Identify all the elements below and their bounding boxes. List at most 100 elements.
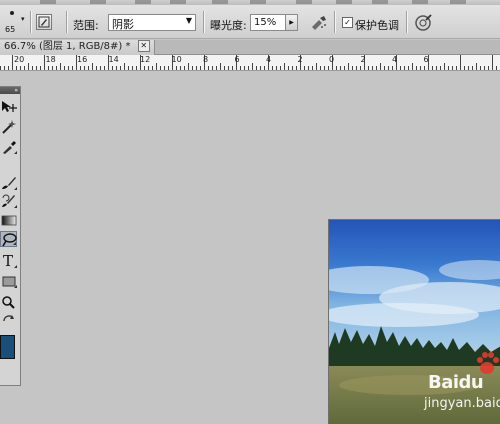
ruler-tick bbox=[496, 66, 497, 70]
ruler-tick bbox=[316, 63, 317, 70]
rotate-icon bbox=[3, 315, 14, 322]
ruler-tick bbox=[352, 66, 353, 70]
toggle-brush-panel-button[interactable] bbox=[36, 14, 52, 30]
menu-item[interactable] bbox=[135, 0, 151, 4]
ruler-tick bbox=[240, 66, 241, 70]
ruler-label: 10 bbox=[171, 55, 182, 64]
ruler-tick bbox=[264, 66, 265, 70]
ruler-tick bbox=[168, 66, 169, 70]
foreground-color-swatch[interactable] bbox=[0, 335, 15, 359]
rotate-tool[interactable] bbox=[0, 313, 17, 329]
ruler-tick bbox=[424, 66, 425, 70]
exposure-slider-toggle[interactable]: ▶ bbox=[285, 15, 297, 30]
menu-item[interactable] bbox=[372, 0, 388, 4]
ruler-tick bbox=[276, 66, 277, 70]
ruler-tick bbox=[336, 66, 337, 70]
ruler-tick bbox=[188, 63, 189, 70]
close-icon[interactable]: ✕ bbox=[137, 40, 150, 52]
zoom-tool[interactable] bbox=[0, 294, 17, 310]
ruler-tick bbox=[472, 66, 473, 70]
dodge-tool[interactable] bbox=[0, 231, 17, 247]
ruler-label: 4 bbox=[392, 55, 398, 64]
gradient-tool[interactable] bbox=[0, 212, 17, 228]
ruler-tick bbox=[80, 66, 81, 70]
menu-item[interactable] bbox=[296, 0, 312, 4]
ruler-tick bbox=[60, 63, 61, 70]
ruler-label: 6 bbox=[234, 55, 240, 64]
ruler-tick bbox=[340, 66, 341, 70]
ruler-tick bbox=[0, 66, 1, 70]
ruler-tick bbox=[72, 66, 73, 70]
ruler-tick bbox=[212, 66, 213, 70]
ruler-tick bbox=[432, 66, 433, 70]
ruler-tick bbox=[196, 66, 197, 70]
ruler-label: 18 bbox=[45, 55, 56, 64]
menu-item[interactable] bbox=[412, 0, 428, 4]
ruler-tick bbox=[328, 66, 329, 70]
document-tab[interactable]: 66.7% (图层 1, RGB/8#) * ✕ bbox=[0, 40, 155, 55]
ruler-tick bbox=[436, 66, 437, 70]
ruler-tick bbox=[148, 66, 149, 70]
exposure-value: 15% bbox=[254, 17, 277, 28]
ruler-label: 2 bbox=[360, 55, 366, 64]
watermark-logo: Baidu bbox=[428, 372, 484, 393]
ruler-tick bbox=[464, 66, 465, 70]
ruler-tick bbox=[312, 66, 313, 70]
ruler-tick bbox=[164, 66, 165, 70]
brush-preset-picker[interactable]: 65 ▾ bbox=[3, 9, 25, 37]
ruler-tick bbox=[96, 66, 97, 70]
ruler-tick bbox=[88, 66, 89, 70]
shape-tool[interactable] bbox=[0, 273, 17, 289]
menu-item[interactable] bbox=[450, 0, 466, 4]
ruler-tick bbox=[92, 63, 93, 70]
ruler-tick bbox=[124, 63, 125, 70]
protect-tones-checkbox[interactable]: ✓ bbox=[342, 17, 353, 28]
ruler-tick bbox=[296, 66, 297, 70]
ruler-tick bbox=[324, 66, 325, 70]
type-tool[interactable]: T bbox=[0, 252, 17, 270]
ruler-tick bbox=[228, 66, 229, 70]
ruler-tick bbox=[284, 63, 285, 70]
airbrush-icon[interactable] bbox=[310, 15, 328, 31]
ruler-tick bbox=[360, 66, 361, 70]
range-select[interactable]: 阴影 ▼ bbox=[108, 14, 196, 31]
ruler-tick bbox=[32, 66, 33, 70]
range-select-value: 阴影 bbox=[112, 18, 134, 31]
exposure-input[interactable]: 15% ▶ bbox=[250, 14, 298, 31]
document-tab-bar: 66.7% (图层 1, RGB/8#) * ✕ bbox=[0, 40, 500, 55]
ruler-tick bbox=[20, 66, 21, 70]
ruler-tick bbox=[16, 66, 17, 70]
ruler-tick bbox=[376, 66, 377, 70]
ruler-tick bbox=[288, 66, 289, 70]
ruler-tick bbox=[408, 66, 409, 70]
magic-wand-icon bbox=[2, 120, 16, 134]
ruler-tick bbox=[156, 63, 157, 70]
ruler-tick bbox=[272, 66, 273, 70]
canvas-image[interactable] bbox=[328, 219, 500, 424]
magic-wand-tool[interactable] bbox=[0, 119, 17, 135]
eyedropper-tool[interactable] bbox=[0, 139, 17, 155]
menu-item[interactable] bbox=[40, 0, 56, 4]
menu-item[interactable] bbox=[212, 0, 228, 4]
menu-item[interactable] bbox=[336, 0, 352, 4]
ruler-tick bbox=[292, 66, 293, 70]
tablet-pressure-icon[interactable] bbox=[414, 14, 432, 32]
brush-tool[interactable] bbox=[0, 175, 17, 191]
tools-panel-collapse[interactable]: » bbox=[0, 87, 20, 94]
ruler-tick bbox=[392, 66, 393, 70]
zoom-icon bbox=[2, 296, 15, 309]
ruler-tick bbox=[180, 66, 181, 70]
ruler-label: 6 bbox=[423, 55, 429, 64]
ruler-label: 20 bbox=[14, 55, 25, 64]
divider bbox=[66, 11, 68, 33]
divider bbox=[406, 11, 408, 33]
history-brush-tool[interactable] bbox=[0, 193, 17, 209]
menu-item[interactable] bbox=[170, 0, 186, 4]
move-tool[interactable] bbox=[0, 99, 17, 115]
ruler-tick bbox=[460, 55, 461, 70]
menu-item[interactable] bbox=[90, 0, 106, 4]
menu-item[interactable] bbox=[250, 0, 266, 4]
ruler-tick bbox=[8, 66, 9, 70]
ruler-tick bbox=[40, 66, 41, 70]
ruler-tick bbox=[252, 63, 253, 70]
